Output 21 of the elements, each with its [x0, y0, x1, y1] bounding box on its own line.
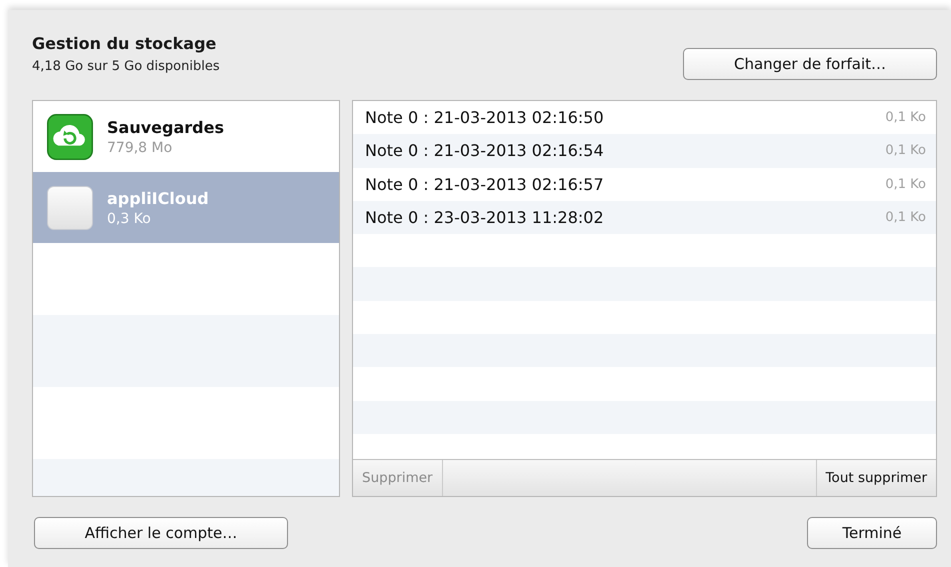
sheet-title: Gestion du stockage — [32, 34, 218, 53]
document-name: Note 0 : 21-03-2013 02:16:54 — [365, 141, 604, 160]
document-name: Note 0 : 23-03-2013 11:28:02 — [365, 208, 604, 228]
storage-summary: 4,18 Go sur 5 Go disponibles — [32, 59, 220, 74]
show-account-button[interactable]: Afficher le compte… — [34, 517, 288, 549]
document-size: 0,1 Ko — [885, 176, 926, 192]
app-name: appliICloud — [107, 188, 209, 208]
app-item[interactable]: Sauvegardes 779,8 Mo — [33, 101, 339, 172]
cloud-icon — [47, 114, 93, 160]
app-size: 779,8 Mo — [107, 140, 174, 156]
app-size: 0,3 Ko — [107, 210, 152, 226]
document-name: Note 0 : 21-03-2013 02:16:50 — [365, 108, 604, 128]
blank-app-icon — [47, 186, 93, 230]
document-name: Note 0 : 21-03-2013 02:16:57 — [365, 174, 604, 194]
change-plan-button[interactable]: Changer de forfait… — [683, 48, 937, 80]
document-size: 0,1 Ko — [885, 210, 926, 226]
document-size: 0,1 Ko — [885, 110, 926, 126]
done-button[interactable]: Terminé — [807, 517, 937, 549]
app-name: Sauvegardes — [107, 118, 224, 136]
delete-all-button[interactable]: Tout supprimer — [816, 460, 936, 496]
document-size: 0,1 Ko — [885, 143, 926, 158]
